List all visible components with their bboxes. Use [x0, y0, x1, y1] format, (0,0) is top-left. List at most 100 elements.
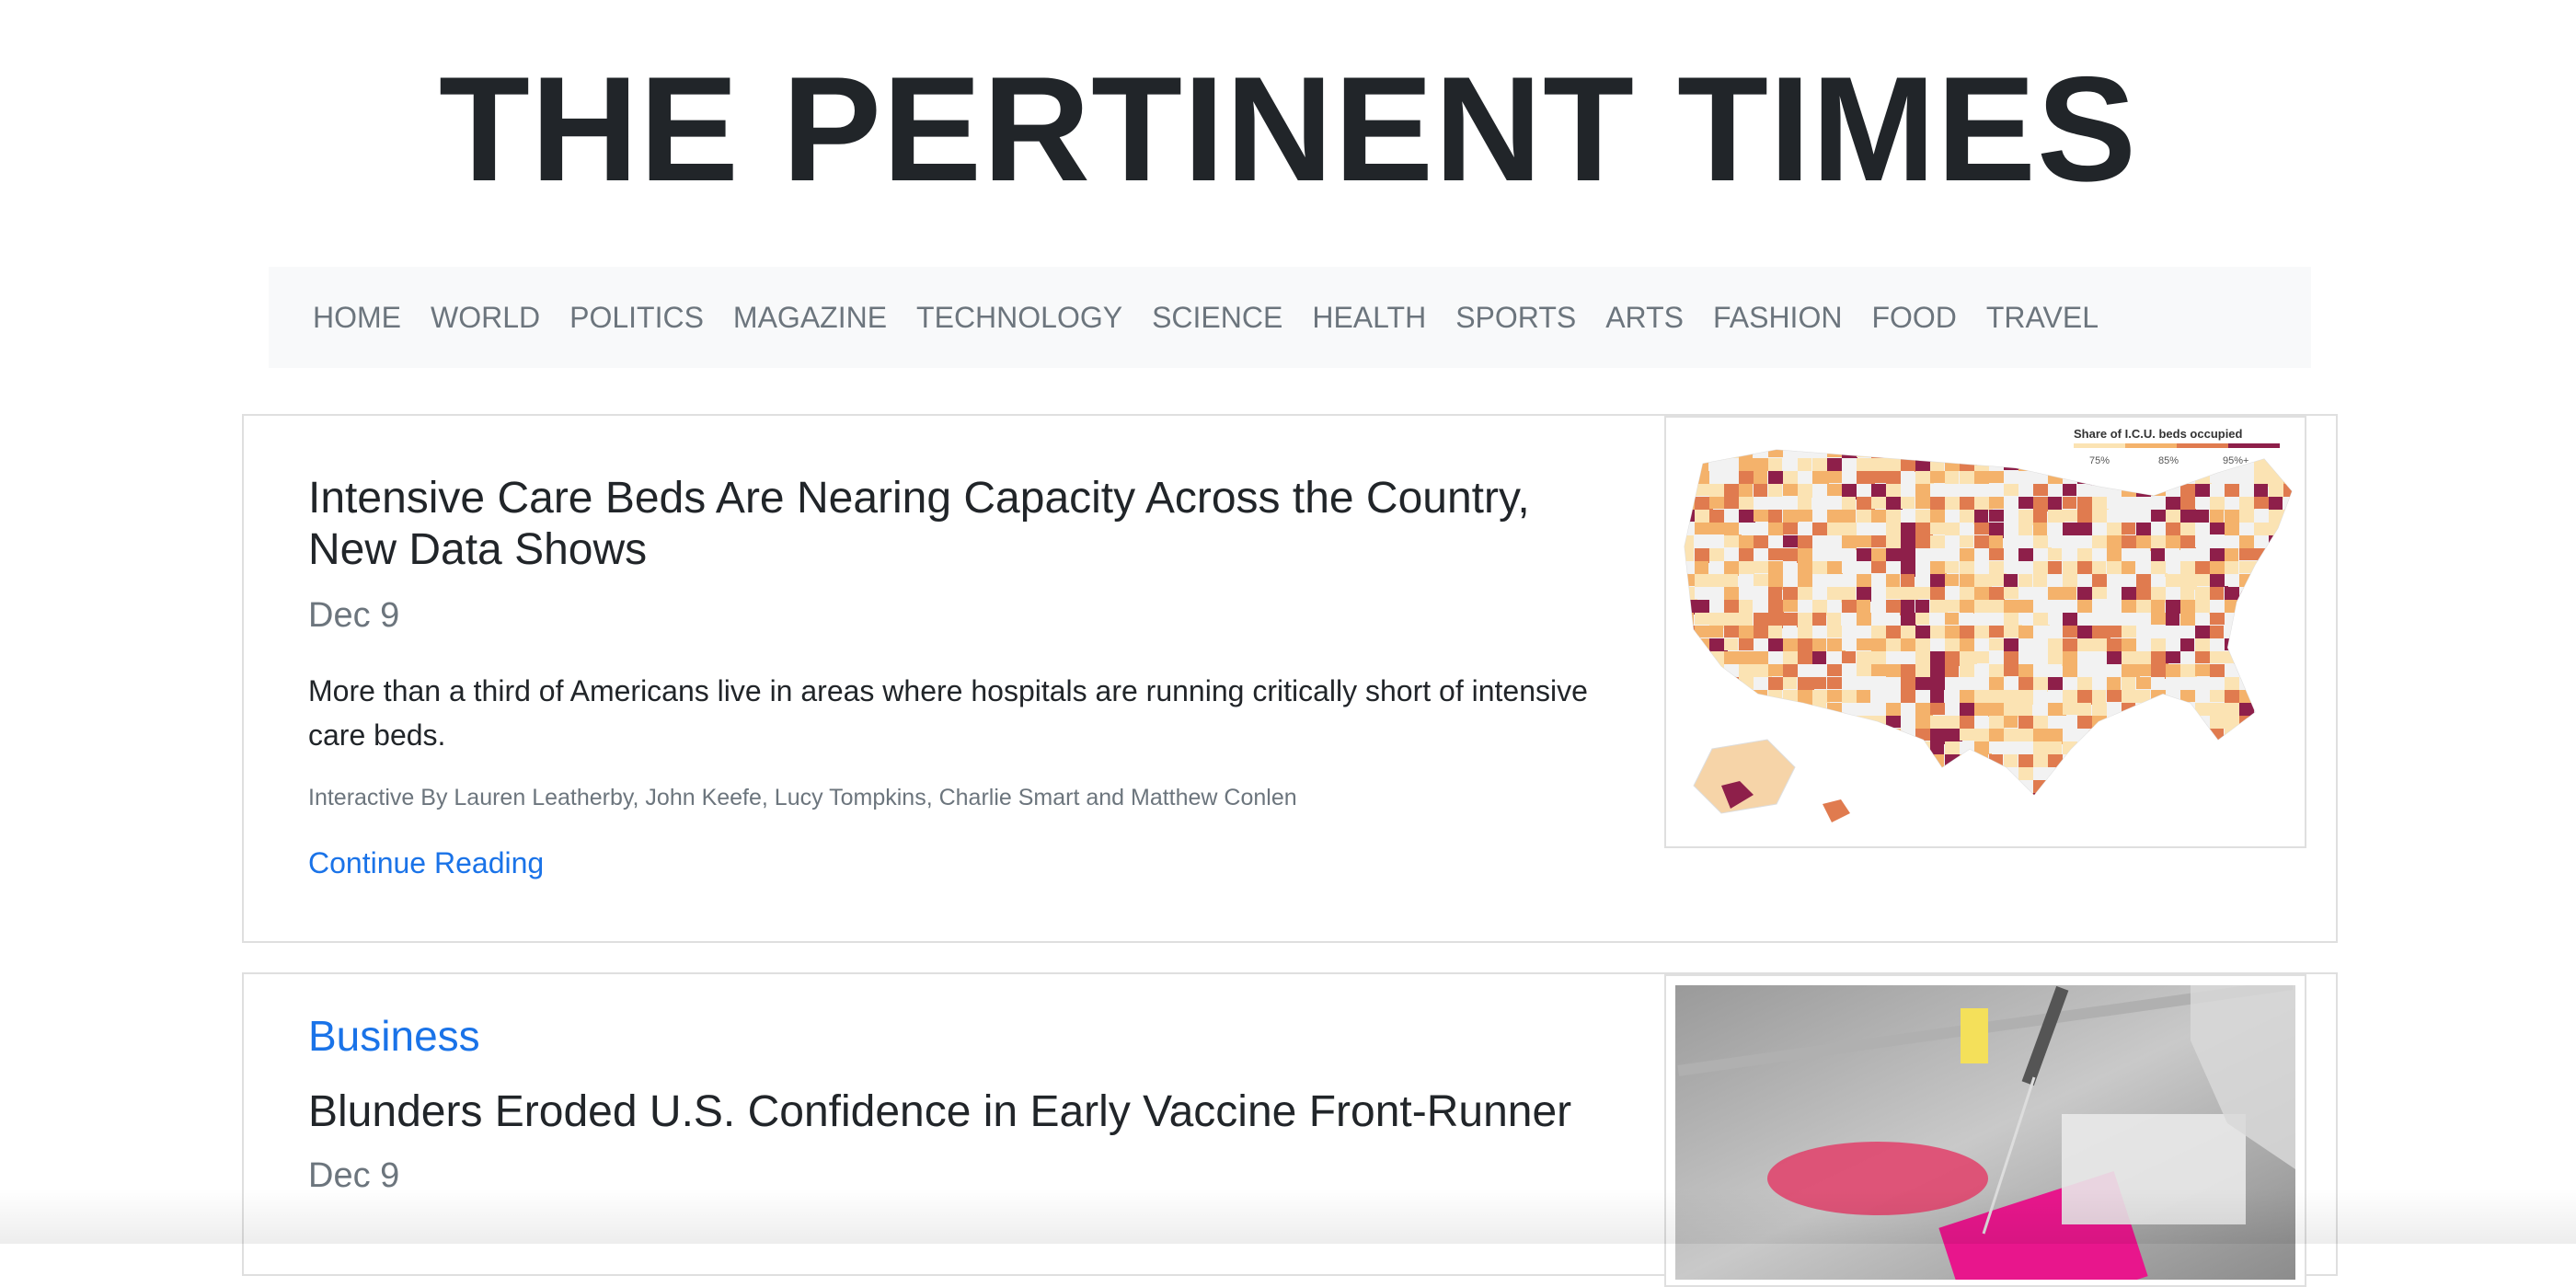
county-cell: [2225, 677, 2241, 690]
county-cell: [2122, 510, 2138, 522]
county-cell: [1812, 535, 1827, 549]
county-cell: [1989, 690, 2004, 705]
nav-item-travel[interactable]: TRAVEL: [1986, 301, 2099, 335]
nav-item-science[interactable]: SCIENCE: [1152, 301, 1282, 335]
county-cell: [1960, 613, 1973, 627]
county-cell: [1739, 651, 1755, 665]
county-cell: [2004, 471, 2019, 485]
nav-item-technology[interactable]: TECHNOLOGY: [916, 301, 1122, 335]
article-summary: More than a third of Americans live in a…: [308, 674, 1588, 752]
county-cell: [1945, 638, 1961, 653]
county-cell: [2063, 523, 2078, 537]
county-cell: [1945, 510, 1961, 523]
article-headline[interactable]: Intensive Care Beds Are Nearing Capacity…: [308, 473, 1596, 576]
county-cell: [2004, 664, 2018, 676]
county-cell: [1960, 677, 1975, 689]
nav-item-food[interactable]: FOOD: [1871, 301, 1956, 335]
nav-item-fashion[interactable]: FASHION: [1713, 301, 1842, 335]
county-cell: [2107, 600, 2123, 612]
county-cell: [2195, 497, 2209, 509]
county-cell: [1871, 574, 1885, 589]
nav-item-sports[interactable]: SPORTS: [1455, 301, 1576, 335]
county-cell: [1783, 651, 1799, 665]
nav-item-politics[interactable]: POLITICS: [569, 301, 704, 335]
county-cell: [1827, 600, 1841, 612]
county-cell: [2018, 613, 2034, 625]
county-cell: [2195, 638, 2211, 653]
county-cell: [1960, 471, 1974, 485]
county-cell: [2092, 703, 2107, 718]
county-cell: [2092, 664, 2106, 678]
county-cell: [2107, 677, 2121, 691]
county-cell: [1915, 497, 1932, 509]
nav-item-world[interactable]: WORLD: [431, 301, 540, 335]
county-cell: [1827, 523, 1842, 535]
county-cell: [1871, 690, 1885, 703]
county-cell: [1974, 716, 1988, 730]
county-cell: [2092, 651, 2106, 663]
county-cell: [2239, 497, 2255, 511]
county-cell: [1724, 626, 1741, 638]
site-title[interactable]: THE PERTINENT TIMES: [0, 55, 2576, 204]
county-cell: [1901, 574, 1915, 589]
county-cell: [1695, 561, 1708, 575]
lab-photo: [1675, 979, 2295, 1285]
nav-item-arts[interactable]: ARTS: [1605, 301, 1684, 335]
county-cell: [2107, 638, 2122, 653]
county-cell: [2048, 548, 2062, 560]
county-cell: [1783, 471, 1800, 485]
county-cell: [1842, 535, 1857, 550]
county-cell: [1724, 600, 1739, 613]
county-cell: [1915, 484, 1931, 499]
county-cell: [1798, 497, 1811, 511]
county-cell: [1930, 677, 1946, 690]
county-cell: [2033, 677, 2048, 692]
county-cell: [2180, 690, 2195, 702]
county-cell: [1709, 626, 1723, 638]
county-cell: [1901, 497, 1915, 509]
county-cell: [2225, 548, 2238, 562]
county-cell: [1886, 690, 1900, 702]
county-cell: [1739, 638, 1755, 650]
county-cell: [1798, 484, 1813, 498]
county-cell: [1989, 677, 2006, 692]
article-category[interactable]: Business: [308, 1011, 1688, 1061]
county-cell: [1798, 677, 1814, 691]
county-cell: [2122, 600, 2138, 613]
county-cell: [1857, 664, 1873, 676]
county-cell: [1960, 523, 1973, 536]
county-cell: [2166, 613, 2179, 626]
county-cell: [1709, 484, 1725, 497]
county-cell: [2033, 729, 2050, 741]
county-cell: [2018, 484, 2032, 499]
legend-tick-85: 85%: [2158, 455, 2179, 466]
county-cell: [1857, 613, 1872, 626]
article-thumbnail-photo[interactable]: [1664, 974, 2306, 1287]
county-cell: [2210, 638, 2225, 651]
county-cell: [1768, 626, 1782, 640]
county-cell: [2063, 587, 2076, 600]
legend-tick-75: 75%: [2089, 455, 2110, 466]
county-cell: [2225, 561, 2238, 574]
county-cell: [1812, 613, 1826, 626]
county-cell: [1945, 548, 1960, 560]
nav-item-home[interactable]: HOME: [313, 301, 401, 335]
nav-item-health[interactable]: HEALTH: [1312, 301, 1426, 335]
nav-item-magazine[interactable]: MAGAZINE: [733, 301, 887, 335]
county-cell: [2077, 600, 2094, 613]
county-cell: [2180, 638, 2194, 652]
county-cell: [1930, 651, 1947, 664]
article-thumbnail-map[interactable]: Share of I.C.U. beds occupied 75% 85% 95…: [1664, 416, 2306, 848]
county-cell: [1857, 484, 1871, 497]
county-cell: [1798, 548, 1812, 563]
county-cell: [1857, 690, 1870, 705]
article-headline[interactable]: Blunders Eroded U.S. Confidence in Early…: [308, 1086, 1688, 1138]
continue-reading-link[interactable]: Continue Reading: [308, 846, 1651, 880]
county-cell: [1812, 523, 1828, 537]
county-cell: [2048, 574, 2064, 588]
county-cell: [1974, 613, 1989, 627]
county-cell: [2166, 535, 2182, 550]
county-cell: [2048, 497, 2062, 510]
county-cell: [1812, 574, 1829, 587]
county-cell: [1724, 535, 1739, 547]
